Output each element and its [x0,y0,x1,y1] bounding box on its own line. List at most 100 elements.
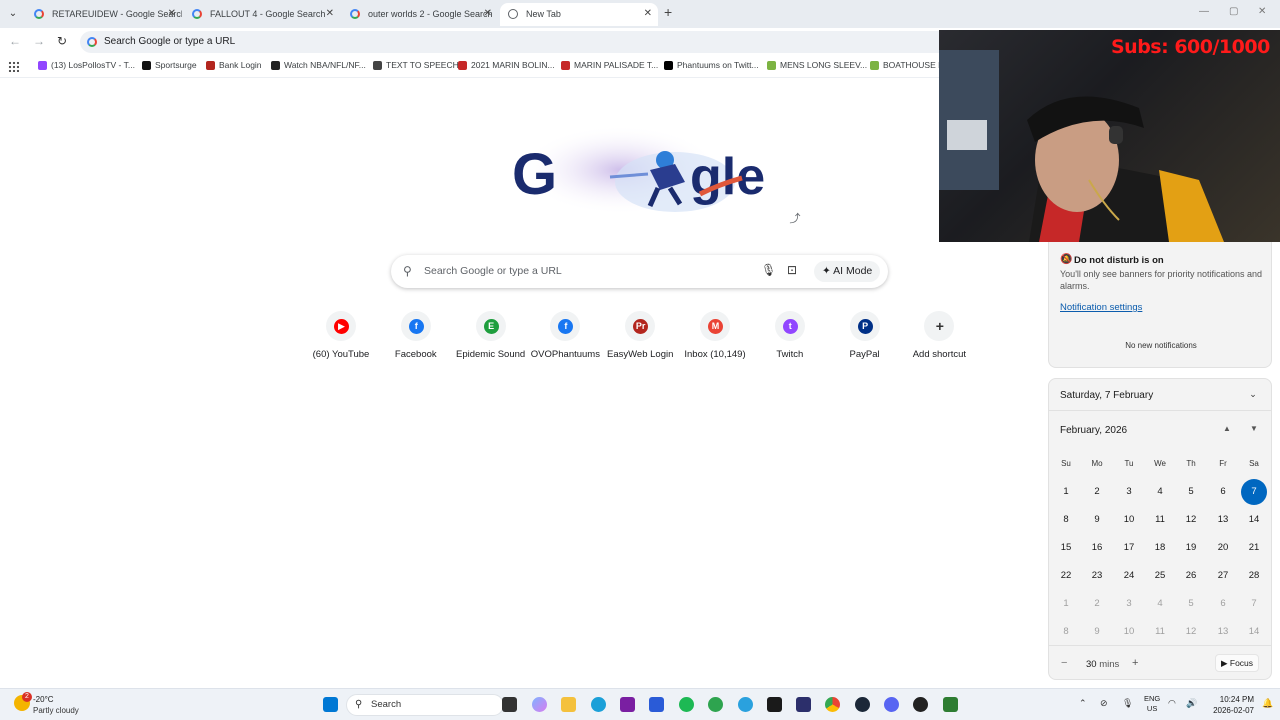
start-icon[interactable] [323,697,338,712]
weather-condition[interactable]: Partly cloudy [33,706,79,715]
calendar-day[interactable]: 3 [1116,479,1142,505]
calendar-day[interactable]: 3 [1116,591,1142,617]
calendar-day[interactable]: 5 [1178,591,1204,617]
weather-temperature[interactable]: -20°C [33,695,54,704]
calendar-day[interactable]: 21 [1241,535,1267,561]
calendar-day[interactable]: 1 [1053,591,1079,617]
calendar-day[interactable]: 8 [1053,507,1079,533]
taskbar-search[interactable]: ⚲ Search [346,694,504,716]
calendar-day[interactable]: 18 [1147,535,1173,561]
increase-focus-button[interactable]: + [1132,657,1138,669]
search-input[interactable]: Search Google or type a URL [424,265,562,277]
chrome-icon[interactable] [825,697,840,712]
calendar-day[interactable]: 13 [1210,507,1236,533]
tab-new-tab[interactable]: New Tab ✕ [500,3,658,26]
bookmark-item[interactable]: TEXT TO SPEECH [373,60,459,70]
forward-icon[interactable]: → [33,34,45,48]
bookmark-item[interactable]: MARIN PALISADE T... [561,60,658,70]
language-indicator[interactable]: ENG US [1144,694,1160,714]
calendar-day[interactable]: 23 [1084,563,1110,589]
calendar-day[interactable]: 2 [1084,479,1110,505]
previous-month-icon[interactable]: ▲ [1223,424,1231,433]
show-hidden-icons[interactable]: ⌃ [1079,698,1087,709]
calendar-day[interactable]: 6 [1210,591,1236,617]
close-icon[interactable]: ✕ [484,3,492,25]
calendar-day[interactable]: 22 [1053,563,1079,589]
tab-search-menu-icon[interactable]: ⌄ [4,5,22,23]
shortcut-tile[interactable]: f Facebook [379,311,453,360]
spotify-icon[interactable] [679,697,694,712]
whatsapp-icon[interactable] [708,697,723,712]
calendar-day[interactable]: 11 [1147,507,1173,533]
new-tab-button[interactable]: + [664,4,672,20]
shortcut-tile[interactable]: M Inbox (10,149) [678,311,752,360]
system-clock[interactable]: 10:24 PM 2026-02-07 [1204,694,1254,716]
google-lens-icon[interactable]: ⊡ [787,263,797,277]
calendar-day[interactable]: 12 [1178,619,1204,645]
shortcut-tile[interactable]: E Epidemic Sound [454,311,528,360]
microphone-icon[interactable]: 🎙 [1122,698,1133,709]
task-view-icon[interactable] [502,697,517,712]
ai-mode-button[interactable]: ✦ AI Mode [814,261,881,282]
notification-settings-link[interactable]: Notification settings [1060,302,1142,313]
wifi-icon[interactable]: ◠ [1168,698,1176,709]
shortcut-tile[interactable]: t Twitch [753,311,827,360]
calendar-day[interactable]: 5 [1178,479,1204,505]
close-window-icon[interactable]: ✕ [1258,6,1266,17]
obs-icon[interactable] [767,697,782,712]
calendar-day[interactable]: 7 [1241,591,1267,617]
calendar-day[interactable]: 15 [1053,535,1079,561]
close-icon[interactable]: ✕ [168,3,176,25]
bookmark-item[interactable]: Phantuums on Twitt... [664,60,759,70]
chevron-down-icon[interactable]: ⌄ [1243,384,1263,404]
app-icon[interactable] [649,697,664,712]
decrease-focus-button[interactable]: − [1061,657,1067,669]
calendar-day[interactable]: 13 [1210,619,1236,645]
focus-button[interactable]: ▶ Focus [1215,654,1259,672]
bookmark-item[interactable]: Sportsurge [142,60,197,70]
calendar-day[interactable]: 28 [1241,563,1267,589]
discord-icon[interactable] [884,697,899,712]
maximize-icon[interactable]: ▢ [1229,6,1238,17]
calendar-day[interactable]: 12 [1178,507,1204,533]
next-month-icon[interactable]: ▼ [1250,424,1258,433]
tab-2[interactable]: FALLOUT 4 - Google Search ✕ [184,3,340,26]
calendar-day[interactable]: 26 [1178,563,1204,589]
steam-icon[interactable] [855,697,870,712]
calendar-day[interactable]: 14 [1241,619,1267,645]
calendar-day[interactable]: 10 [1116,507,1142,533]
app-icon[interactable] [913,697,928,712]
nzxt-icon[interactable] [620,697,635,712]
calendar-day[interactable]: 14 [1241,507,1267,533]
calendar-day[interactable]: 9 [1084,619,1110,645]
calendar-day[interactable]: 2 [1084,591,1110,617]
app-icon[interactable] [796,697,811,712]
bookmark-item[interactable]: Watch NBA/NFL/NF... [271,60,366,70]
telegram-icon[interactable] [738,697,753,712]
search-box[interactable]: ⚲ Search Google or type a URL 🎙 ⊡ ✦ AI M… [391,255,888,288]
shortcut-tile[interactable]: P PayPal [828,311,902,360]
calendar-day[interactable]: 24 [1116,563,1142,589]
share-icon[interactable]: ⤴ [786,210,804,228]
calendar-day[interactable]: 17 [1116,535,1142,561]
shortcut-tile[interactable]: + Add shortcut [902,311,976,360]
bookmark-item[interactable]: 2021 MARIN BOLIN... [458,60,555,70]
calendar-day[interactable]: 11 [1147,619,1173,645]
calendar-day[interactable]: 20 [1210,535,1236,561]
calendar-day[interactable]: 8 [1053,619,1079,645]
calendar-day[interactable]: 19 [1178,535,1204,561]
shortcut-tile[interactable]: ▶ (60) YouTube [304,311,378,360]
calendar-day[interactable]: 6 [1210,479,1236,505]
calendar-day[interactable]: 16 [1084,535,1110,561]
calendar-day[interactable]: 7 [1241,479,1267,505]
close-icon[interactable]: ✕ [644,3,652,25]
bookmark-item[interactable]: MENS LONG SLEEV... [767,60,867,70]
notification-bell-icon[interactable]: 🔔 [1262,698,1273,709]
back-icon[interactable]: ← [9,34,21,48]
apps-grid-icon[interactable] [8,61,19,72]
tab-3[interactable]: outer worlds 2 - Google Search ✕ [342,3,498,26]
edge-icon[interactable] [591,697,606,712]
bookmark-item[interactable]: (13) LosPollosTV - T... [38,60,135,70]
google-doodle[interactable]: G gle [510,122,780,218]
copilot-icon[interactable] [532,697,547,712]
